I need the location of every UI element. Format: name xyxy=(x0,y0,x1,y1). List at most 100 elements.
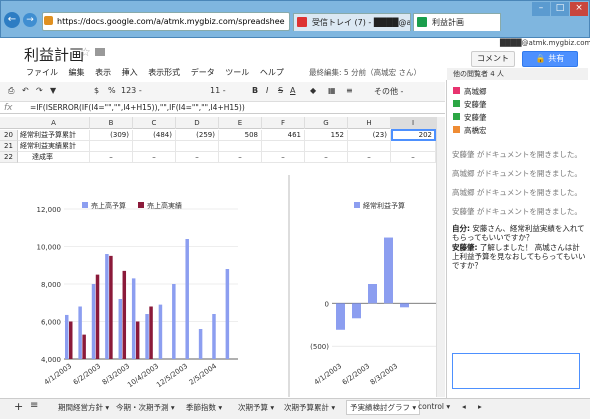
close-icon[interactable]: × xyxy=(570,2,588,16)
sheet-tab[interactable]: 予実績検討グラフ ▾ xyxy=(346,400,421,415)
number-format-button[interactable]: 123 - xyxy=(121,86,142,95)
table-cell[interactable] xyxy=(391,141,436,152)
undo-icon[interactable]: ↶ xyxy=(22,86,29,95)
menu-data[interactable]: データ xyxy=(191,68,215,77)
viewer-name[interactable]: 安藤肇 xyxy=(464,99,487,110)
table-cell[interactable]: – xyxy=(348,152,391,163)
minimize-icon[interactable]: – xyxy=(532,2,550,16)
last-edit-status[interactable]: 最終編集: 5 分前（高城宏 さん） xyxy=(309,67,421,78)
col-header-g[interactable]: G xyxy=(305,117,348,129)
menu-format[interactable]: 表示形式 xyxy=(148,68,180,77)
table-cell[interactable] xyxy=(133,141,176,152)
address-bar[interactable]: https://docs.google.com/a/atmk.mygbiz.co… xyxy=(42,12,290,31)
sheet-tab[interactable]: 次期予算累計 ▾ xyxy=(284,402,335,413)
percent-button[interactable]: % xyxy=(108,86,116,95)
table-cell[interactable]: (259) xyxy=(176,130,219,141)
share-button[interactable]: 🔒 共有 xyxy=(522,51,578,67)
legend-swatch-actual xyxy=(138,202,144,208)
redo-icon[interactable]: ↷ xyxy=(36,86,43,95)
paint-format-icon[interactable]: ▼ xyxy=(50,86,56,95)
table-cell[interactable] xyxy=(219,141,262,152)
table-cell[interactable]: – xyxy=(176,152,219,163)
scroll-right-icon[interactable]: ▸ xyxy=(478,402,482,411)
row-label[interactable]: 経常利益実績累計 xyxy=(18,141,90,152)
sales-chart[interactable]: 売上高予算 売上高実績 4,000 6,000 8,000 10,000 12,000 4/1… xyxy=(18,173,288,398)
folder-icon[interactable] xyxy=(95,48,105,56)
col-header-i[interactable]: I xyxy=(391,117,436,129)
menu-view[interactable]: 表示 xyxy=(95,68,111,77)
row-label[interactable]: 経常利益予算累計 xyxy=(18,130,90,141)
col-header-h[interactable]: H xyxy=(348,117,391,129)
text-color-button[interactable]: A xyxy=(290,86,295,95)
star-icon[interactable]: ☆ xyxy=(80,45,91,59)
col-header-a[interactable]: A xyxy=(18,117,90,129)
viewer-color-swatch xyxy=(453,100,460,107)
table-cell[interactable]: – xyxy=(133,152,176,163)
menu-tools[interactable]: ツール xyxy=(225,68,249,77)
sheet-tab[interactable]: 期間経営方針 ▾ xyxy=(58,402,109,413)
strikethrough-button[interactable]: S xyxy=(278,86,283,95)
bar-actual xyxy=(122,270,127,359)
menu-edit[interactable]: 編集 xyxy=(69,68,85,77)
table-cell[interactable]: 461 xyxy=(262,130,305,141)
back-arrow-icon[interactable]: ← xyxy=(4,12,20,28)
col-header-d[interactable]: D xyxy=(176,117,219,129)
align-icon[interactable]: ≡ xyxy=(346,86,353,95)
profit-chart[interactable]: 経常利益予算 0 (500) 4/1/20036/2/20038/3/2003 xyxy=(290,173,445,398)
viewer-name[interactable]: 高橋宏 xyxy=(464,125,487,136)
row-number[interactable]: 21 xyxy=(0,141,18,152)
table-cell[interactable]: (484) xyxy=(133,130,176,141)
table-cell[interactable]: – xyxy=(305,152,348,163)
table-cell[interactable] xyxy=(90,141,133,152)
tab-gmail[interactable]: 受信トレイ (7) - ████@atmk. × xyxy=(293,13,411,31)
forward-arrow-icon[interactable]: → xyxy=(23,13,37,27)
viewers-header[interactable]: 他の閲覧者 4 人 xyxy=(447,68,588,80)
menu-help[interactable]: ヘルプ xyxy=(260,68,284,77)
bold-button[interactable]: B xyxy=(252,86,258,95)
add-sheet-icon[interactable]: + xyxy=(14,400,23,413)
sheet-tab[interactable]: 季節指数 ▾ xyxy=(186,402,222,413)
table-cell[interactable]: – xyxy=(391,152,436,163)
vertical-scrollbar[interactable] xyxy=(436,117,445,397)
fill-color-icon[interactable]: ◆ xyxy=(310,86,316,95)
table-cell[interactable]: 508 xyxy=(219,130,262,141)
borders-icon[interactable]: ▦ xyxy=(328,86,336,95)
table-cell[interactable] xyxy=(262,141,305,152)
more-button[interactable]: その他 - xyxy=(374,86,403,97)
viewer-name[interactable]: 安藤肇 xyxy=(464,112,487,123)
sheet-tab[interactable]: 今期・次期予測 ▾ xyxy=(116,402,175,413)
table-cell[interactable]: – xyxy=(90,152,133,163)
sheet-tab[interactable]: control ▾ xyxy=(418,402,450,411)
sheet-tab[interactable]: 次期予算 ▾ xyxy=(238,402,274,413)
scroll-left-icon[interactable]: ◂ xyxy=(462,402,466,411)
font-size-select[interactable]: 11 - xyxy=(210,86,226,95)
viewer-name[interactable]: 高城郷 xyxy=(464,86,487,97)
sheet-list-icon[interactable]: ≡ xyxy=(30,400,38,411)
table-cell[interactable]: 152 xyxy=(305,130,348,141)
menu-file[interactable]: ファイル xyxy=(26,68,58,77)
col-header-c[interactable]: C xyxy=(133,117,176,129)
row-number[interactable]: 20 xyxy=(0,130,18,141)
table-cell[interactable] xyxy=(176,141,219,152)
row-number[interactable]: 22 xyxy=(0,152,18,163)
formula-input[interactable]: =IF(ISERROR(IF(I4="","",I4+H15)),"",IF(I… xyxy=(30,103,245,112)
col-header-e[interactable]: E xyxy=(219,117,262,129)
italic-button[interactable]: I xyxy=(266,86,268,95)
table-cell[interactable]: (23) xyxy=(348,130,391,141)
row-label[interactable]: 達成率 xyxy=(18,152,90,163)
maximize-icon[interactable]: □ xyxy=(551,2,569,16)
col-header-b[interactable]: B xyxy=(90,117,133,129)
comment-button[interactable]: コメント xyxy=(471,51,515,67)
document-title[interactable]: 利益計画 xyxy=(24,44,84,65)
table-cell[interactable]: – xyxy=(219,152,262,163)
table-cell[interactable]: – xyxy=(262,152,305,163)
print-icon[interactable]: ⎙ xyxy=(8,86,14,96)
table-cell[interactable]: (309) xyxy=(90,130,133,141)
chat-input[interactable] xyxy=(452,353,580,389)
menu-insert[interactable]: 挿入 xyxy=(122,68,138,77)
selected-cell[interactable] xyxy=(391,129,436,141)
table-cell[interactable] xyxy=(348,141,391,152)
table-cell[interactable] xyxy=(305,141,348,152)
col-header-f[interactable]: F xyxy=(262,117,305,129)
currency-button[interactable]: $ xyxy=(94,86,99,95)
